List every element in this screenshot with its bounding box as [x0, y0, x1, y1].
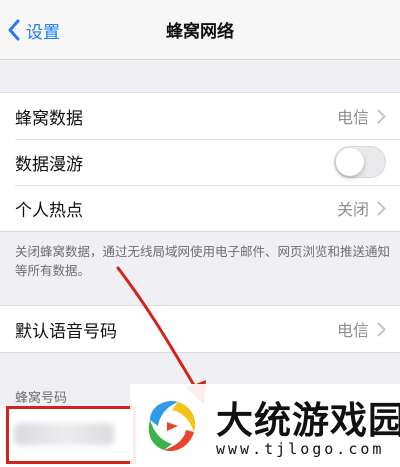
page-title: 蜂窝网络 — [166, 22, 234, 42]
row-default-voice-number[interactable]: 默认语音号码 电信 — [0, 306, 400, 352]
watermark-title: 大统游戏园 — [216, 399, 400, 442]
toggle-knob — [336, 148, 364, 176]
row-cellular-data[interactable]: 蜂窝数据 电信 — [0, 93, 400, 139]
cellular-settings-group: 蜂窝数据 电信 数据漫游 个人热点 关闭 — [0, 92, 400, 232]
row-personal-hotspot[interactable]: 个人热点 关闭 — [0, 185, 400, 231]
chevron-right-icon — [377, 201, 386, 215]
navigation-bar: 设置 蜂窝网络 — [0, 0, 400, 60]
chevron-right-icon — [377, 322, 386, 336]
cellular-data-footnote: 关闭蜂窝数据，通过无线局域网使用电子邮件、网页浏览和推送通知等所有数据。 — [15, 244, 391, 278]
row-label: 数据漫游 — [15, 154, 83, 175]
row-label: 蜂窝数据 — [15, 108, 83, 129]
watermark-url: www.tjlogo.com — [216, 440, 385, 458]
row-label: 个人热点 — [15, 200, 83, 221]
highlight-box — [6, 406, 136, 464]
chevron-right-icon — [377, 109, 386, 123]
voice-settings-group: 默认语音号码 电信 — [0, 305, 400, 353]
row-value: 电信 — [336, 108, 369, 127]
row-value: 电信 — [336, 321, 369, 340]
watermark: 大统游戏园 www.tjlogo.com — [130, 384, 400, 467]
section-header-cellular-number: 蜂窝号码 — [15, 391, 68, 406]
data-roaming-toggle[interactable] — [334, 146, 386, 178]
row-data-roaming: 数据漫游 — [0, 139, 400, 185]
row-label: 默认语音号码 — [15, 321, 117, 342]
row-value: 关闭 — [336, 200, 369, 219]
site-logo-icon — [141, 396, 201, 456]
